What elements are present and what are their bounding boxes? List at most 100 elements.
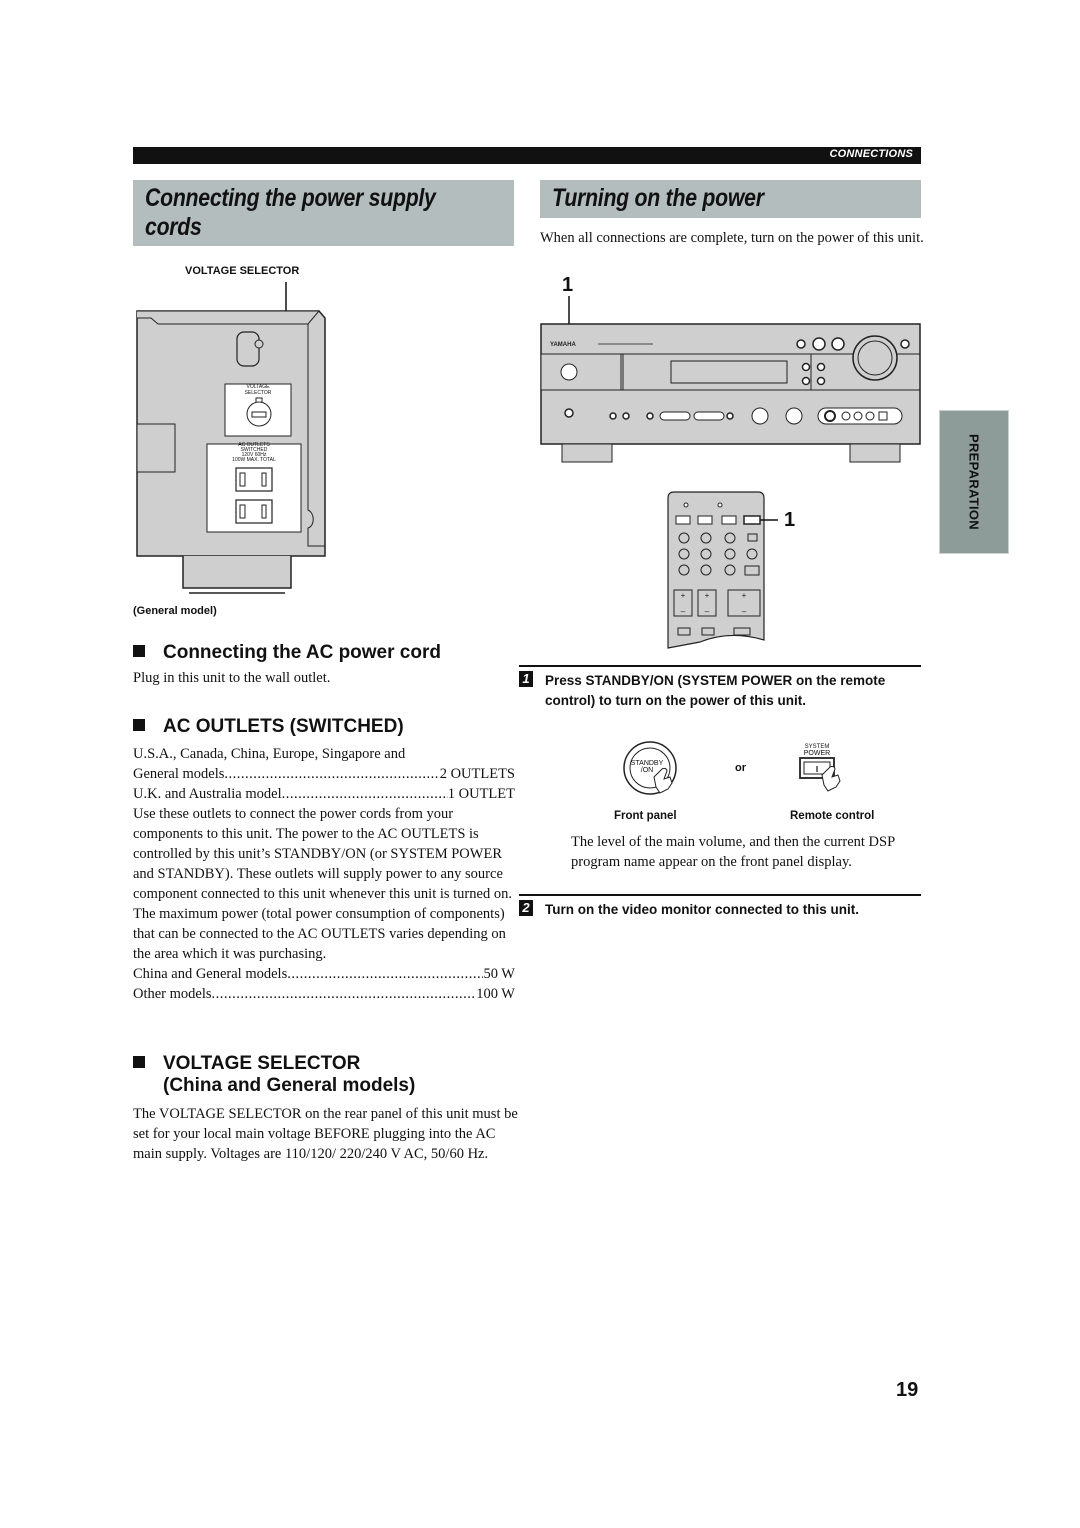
- outlet-row-value: 1 OUTLET: [447, 786, 515, 802]
- remote-button: [744, 565, 760, 576]
- power-row-value: 50 W: [483, 966, 515, 982]
- voltage-selector-label-2: SELECTOR: [245, 390, 272, 396]
- section-title-line-2: cords: [145, 213, 202, 241]
- speakers-b-button: [622, 412, 630, 420]
- remote-button: [701, 627, 715, 636]
- heading-ac-power-cord: Connecting the AC power cord: [133, 642, 441, 664]
- outlet-row: General models 2 OUTLETS: [133, 764, 515, 784]
- page-number: 19: [896, 1379, 919, 1401]
- remote-button: [700, 532, 712, 544]
- front-button: [801, 362, 811, 372]
- leader-dots: [224, 764, 439, 784]
- heading-voltage-selector-line-1: VOLTAGE SELECTOR: [163, 1053, 361, 1074]
- section-title-text: Turning on the power: [552, 184, 764, 212]
- outlet-row-label: General models: [133, 766, 225, 782]
- minus-icon: –: [705, 607, 710, 616]
- heading-ac-outlets: AC OUTLETS (SWITCHED): [133, 716, 404, 738]
- remote-indicator: [683, 502, 689, 508]
- remote-button: [747, 533, 758, 542]
- input-right-button: [831, 337, 845, 351]
- ac-outlets-label-4: 100W MAX. TOTAL: [232, 457, 276, 463]
- system-power-label-2: POWER: [804, 750, 830, 757]
- plus-icon: +: [705, 591, 710, 600]
- input-mode-button: [796, 339, 806, 349]
- ac-outlet-2-slot-right: [261, 504, 267, 519]
- leader-dots: [287, 964, 483, 984]
- speakers-a-button: [609, 412, 617, 420]
- rear-panel-illustration: VOLTAGE SELECTOR AC OUTLETS SWITCHED 120…: [136, 282, 326, 594]
- front-display: [670, 360, 788, 384]
- remote-av-power-button: [697, 515, 713, 525]
- outlet-row-label: U.K. and Australia model: [133, 786, 282, 802]
- heading-voltage-selector: VOLTAGE SELECTOR (China and General mode…: [133, 1053, 415, 1097]
- ac-outlets-block: U.S.A., Canada, China, Europe, Singapore…: [133, 744, 518, 1004]
- ac-power-cord-text: Plug in this unit to the wall outlet.: [133, 670, 331, 686]
- video-jack: [824, 410, 836, 422]
- power-button-illustration: STANDBY /ON or SYSTEM POWER I: [623, 741, 841, 795]
- step-1: 1 Press STANDBY/ON (SYSTEM POWER on the …: [519, 665, 921, 711]
- step-1-note: The level of the main volume, and then t…: [571, 834, 895, 870]
- front-button: [801, 376, 811, 386]
- leader-dots: [282, 784, 448, 804]
- remote-button: [724, 532, 736, 544]
- bullet-square-icon: [133, 719, 145, 731]
- receiver-foot-left: [561, 443, 613, 463]
- power-row: China and General models 50 W: [133, 964, 515, 984]
- remote-button: [678, 548, 690, 560]
- heading-voltage-selector-line-2: (China and General models): [163, 1075, 416, 1096]
- remote-standby-button: [721, 515, 737, 525]
- remote-button: [746, 548, 758, 560]
- remote-tv-power-button: [675, 515, 691, 525]
- chassis-foot: [182, 556, 292, 589]
- caption-remote-control: Remote control: [790, 810, 875, 822]
- ac-outlet-1-slot-right: [261, 472, 267, 487]
- minus-icon: –: [742, 607, 747, 616]
- section-title-power-supply: Connecting the power supply cords: [133, 180, 514, 246]
- turning-on-intro: When all connections are complete, turn …: [540, 230, 924, 246]
- edit-button: [726, 412, 734, 420]
- standby-label-2: /ON: [641, 767, 653, 774]
- section-header-bar: CONNECTIONS: [133, 147, 921, 164]
- remote-button: [724, 548, 736, 560]
- voltage-selector-callout: VOLTAGE SELECTOR: [185, 265, 300, 277]
- callout-remote: 1: [784, 509, 796, 531]
- outlet-row-value: 2 OUTLETS: [439, 766, 515, 782]
- audio-jack: [853, 411, 863, 421]
- remote-button: [700, 564, 712, 576]
- section-title-line-1: Connecting the power supply: [145, 184, 436, 212]
- figure-caption-general-model: (General model): [133, 605, 217, 617]
- power-glyph: I: [816, 765, 818, 774]
- audio-jack: [865, 411, 875, 421]
- front-button: [816, 376, 826, 386]
- phones-jack: [564, 408, 574, 418]
- step-2-text: Turn on the video monitor connected to t…: [545, 902, 859, 917]
- side-tab-preparation: PREPARATION: [939, 410, 1009, 554]
- or-label: or: [735, 762, 747, 774]
- stereo-button: [646, 412, 654, 420]
- power-row: Other models 100 W: [133, 984, 515, 1004]
- caption-front-panel: Front panel: [614, 810, 677, 822]
- power-row-label: China and General models: [133, 966, 288, 982]
- standby-label-1: STANDBY: [631, 760, 664, 767]
- front-button: [816, 362, 826, 372]
- heading-ac-power-cord-text: Connecting the AC power cord: [163, 642, 441, 663]
- remote-button: [724, 564, 736, 576]
- ac-outlets-intro: U.S.A., Canada, China, Europe, Singapore…: [133, 746, 406, 762]
- minus-icon: –: [681, 607, 686, 616]
- speakers-button: [900, 339, 910, 349]
- power-cord-icon: [236, 331, 260, 367]
- plus-icon: +: [681, 591, 686, 600]
- voltage-selector-slot: [251, 411, 267, 418]
- section-title-turning-on: Turning on the power: [540, 180, 921, 218]
- remote-mute-button: [733, 627, 751, 636]
- remote-button: [678, 564, 690, 576]
- ac-outlet-2-slot-left: [239, 504, 246, 519]
- optical-jack: [878, 411, 888, 421]
- remote-button: [677, 627, 691, 636]
- remote-button: [700, 548, 712, 560]
- leader-dots: [212, 984, 477, 1004]
- chassis-top-edge: [137, 310, 321, 325]
- rear-panel-plate: [136, 423, 176, 473]
- heading-ac-outlets-text: AC OUTLETS (SWITCHED): [163, 716, 404, 737]
- preset-selector: [693, 411, 725, 421]
